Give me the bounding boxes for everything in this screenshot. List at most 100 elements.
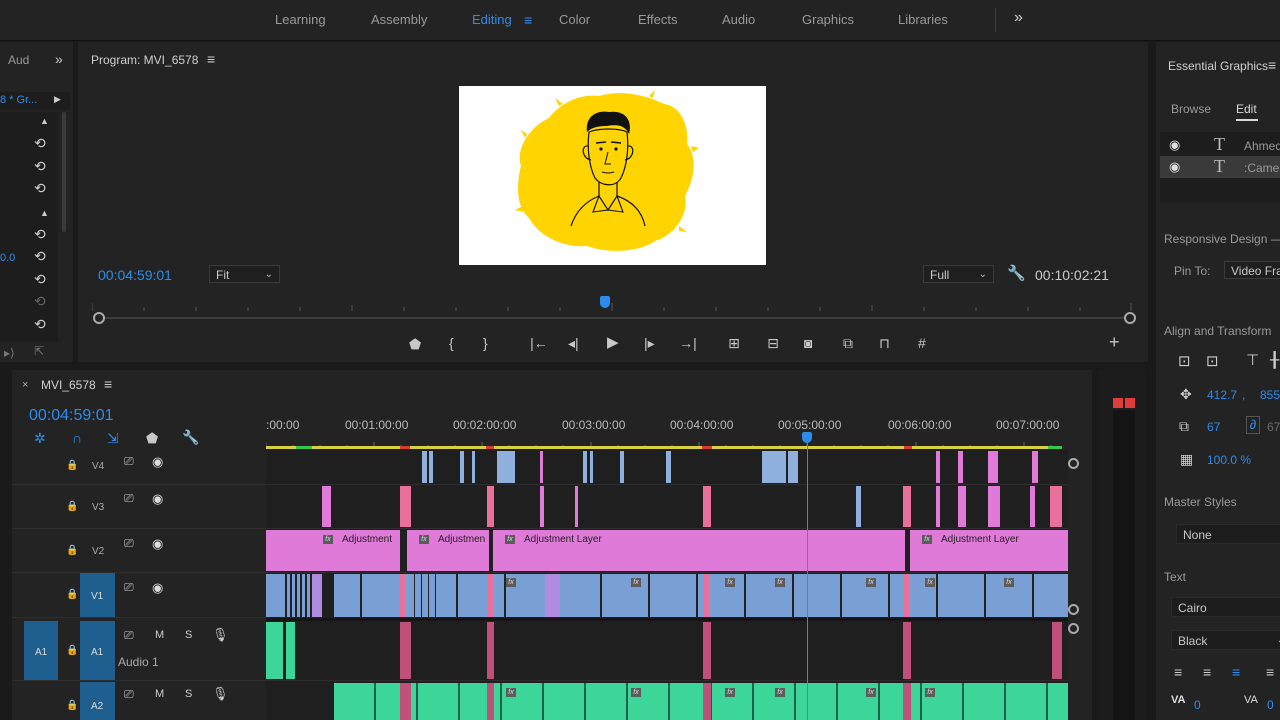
zoom-level-dropdown[interactable]: Fit ⌄ — [209, 265, 280, 283]
clip-v4[interactable] — [620, 451, 624, 483]
track-header-v3[interactable]: 🔒 V3 ⎚ ◉ — [12, 485, 266, 529]
nest-icon[interactable]: ✲ — [34, 431, 46, 445]
align-left-icon[interactable]: ≡ — [1174, 664, 1182, 680]
clip-v1[interactable] — [1050, 574, 1068, 617]
clip-v4[interactable] — [936, 451, 940, 483]
layer-item[interactable]: ◉ T Ahmed — [1160, 134, 1280, 156]
eye-icon[interactable]: ◉ — [1169, 137, 1180, 153]
go-to-out-icon[interactable]: →| — [679, 336, 697, 350]
master-styles-heading[interactable]: Master Styles — [1164, 495, 1237, 509]
reset-icon[interactable]: ⟲ — [34, 317, 48, 331]
clip-v3[interactable] — [703, 486, 711, 527]
workspace-menu-icon[interactable]: ≡ — [524, 12, 532, 28]
align-transform-heading[interactable]: Align and Transform — [1164, 324, 1271, 338]
adjustment-layer-clip[interactable]: fx Adjustment — [266, 530, 400, 571]
adjustment-layer-clip[interactable]: fx Adjustment Layer — [910, 530, 1068, 571]
camera-icon[interactable]: ◙ — [804, 336, 812, 350]
clip-a1[interactable] — [903, 622, 911, 679]
clip-v3[interactable] — [856, 486, 861, 527]
clip-v1[interactable] — [400, 574, 406, 617]
sync-lock-icon[interactable]: ⎚ — [124, 454, 134, 469]
clip-v4[interactable] — [540, 451, 543, 483]
clip-v3[interactable] — [575, 486, 578, 527]
hamburger-icon[interactable]: ≡ — [1268, 57, 1276, 73]
reset-icon[interactable]: ⟲ — [34, 227, 48, 241]
clip-v4[interactable] — [988, 451, 998, 483]
reset-icon[interactable]: ⟲ — [34, 272, 48, 286]
extract-icon[interactable]: ⊟ — [763, 336, 783, 350]
eye-icon[interactable]: ◉ — [152, 580, 163, 596]
align-vertical-icon[interactable]: ⊡ — [1206, 352, 1219, 370]
workspace-tab-effects[interactable]: Effects — [638, 12, 678, 27]
track-header-v4[interactable]: 🔒 V4 ⎚ ◉ — [12, 450, 266, 485]
workspace-tab-audio[interactable]: Audio — [722, 12, 755, 27]
clip-v4[interactable] — [429, 451, 433, 483]
align-center-text-icon[interactable]: ≡ — [1203, 664, 1211, 680]
align-horizontal-icon[interactable]: ⊡ — [1178, 352, 1191, 370]
clip-v4[interactable] — [460, 451, 464, 483]
clip-v4[interactable] — [590, 451, 593, 483]
lock-icon[interactable]: 🔒 — [66, 700, 78, 711]
font-dropdown[interactable]: Cairo — [1171, 597, 1280, 617]
workspace-tab-editing[interactable]: Editing — [472, 12, 512, 27]
source-patch-a1[interactable]: A1 — [24, 621, 58, 680]
lock-icon[interactable]: 🔒 — [66, 589, 78, 600]
play-icon[interactable]: ▶ — [607, 335, 619, 350]
timeline-ruler[interactable] — [265, 437, 1062, 448]
clip-v1[interactable] — [703, 574, 710, 617]
sequence-tab[interactable]: MVI_6578 — [41, 378, 96, 392]
workspace-tab-assembly[interactable]: Assembly — [371, 12, 427, 27]
justify-icon[interactable]: ≡ — [1266, 664, 1274, 680]
scrollbar-handle[interactable] — [1068, 623, 1079, 634]
master-style-dropdown[interactable]: None — [1176, 524, 1280, 544]
hamburger-icon[interactable]: ≡ — [207, 51, 215, 67]
clip-v3[interactable] — [936, 486, 940, 527]
solo-button[interactable]: S — [185, 629, 192, 641]
clip-v4[interactable] — [762, 451, 786, 483]
program-monitor-title[interactable]: Program: MVI_6578 — [91, 53, 198, 67]
mark-out-icon[interactable]: } — [483, 336, 488, 350]
adjustment-layer-clip[interactable]: fx Adjustment Layer — [493, 530, 905, 571]
linked-selection-icon[interactable]: ⇲ — [107, 431, 119, 445]
clip-a2[interactable] — [703, 683, 711, 720]
clip-v1[interactable] — [312, 574, 322, 617]
clip-v4[interactable] — [958, 451, 963, 483]
align-right-icon[interactable]: ≡ — [1232, 664, 1240, 680]
add-button-icon[interactable]: + — [1109, 333, 1120, 351]
lock-icon[interactable]: 🔒 — [66, 460, 78, 471]
clip-v1[interactable] — [545, 574, 560, 617]
clip-v1[interactable] — [903, 574, 910, 617]
microphone-icon[interactable]: 🎙 — [212, 627, 229, 643]
clip-v4[interactable] — [666, 451, 671, 483]
opacity-value[interactable]: 100.0 % — [1207, 453, 1251, 467]
clip-a2[interactable] — [487, 683, 494, 720]
lock-icon[interactable]: 🔒 — [66, 545, 78, 556]
pin-to-dropdown[interactable]: Video Fra — [1224, 261, 1280, 279]
reset-icon[interactable]: ⟲ — [34, 249, 48, 263]
position-x-value[interactable]: 412.7 — [1207, 388, 1237, 402]
clip-a2[interactable] — [400, 683, 411, 720]
lock-icon[interactable]: 🔒 — [66, 501, 78, 512]
responsive-design-heading[interactable]: Responsive Design — — [1164, 232, 1280, 246]
clip-v3[interactable] — [1030, 486, 1035, 527]
clip-a1[interactable] — [1052, 622, 1062, 679]
resolution-dropdown[interactable]: Full ⌄ — [923, 265, 994, 283]
clip-v3[interactable] — [1050, 486, 1062, 527]
lock-icon[interactable]: 🔒 — [66, 645, 78, 656]
sync-lock-icon[interactable]: ⎚ — [124, 491, 134, 506]
zoom-scrollbar[interactable] — [98, 317, 1129, 319]
clip-v3[interactable] — [400, 486, 411, 527]
property-value[interactable]: 0.0 — [0, 252, 15, 264]
clip-a1[interactable] — [286, 622, 295, 679]
solo-button[interactable]: S — [185, 688, 192, 700]
clip-a1[interactable] — [400, 622, 411, 679]
timeline-playhead[interactable] — [802, 432, 812, 443]
sync-lock-icon[interactable]: ⎚ — [124, 580, 134, 595]
mute-button[interactable]: M — [155, 629, 164, 641]
clip-a2[interactable] — [903, 683, 911, 720]
clip-v1[interactable] — [487, 574, 493, 617]
track-target-a1[interactable]: A1 — [80, 621, 115, 680]
kerning-value[interactable]: 0 — [1194, 698, 1201, 712]
collapse-icon[interactable]: ▲ — [40, 208, 49, 218]
clip-a1[interactable] — [266, 622, 283, 679]
